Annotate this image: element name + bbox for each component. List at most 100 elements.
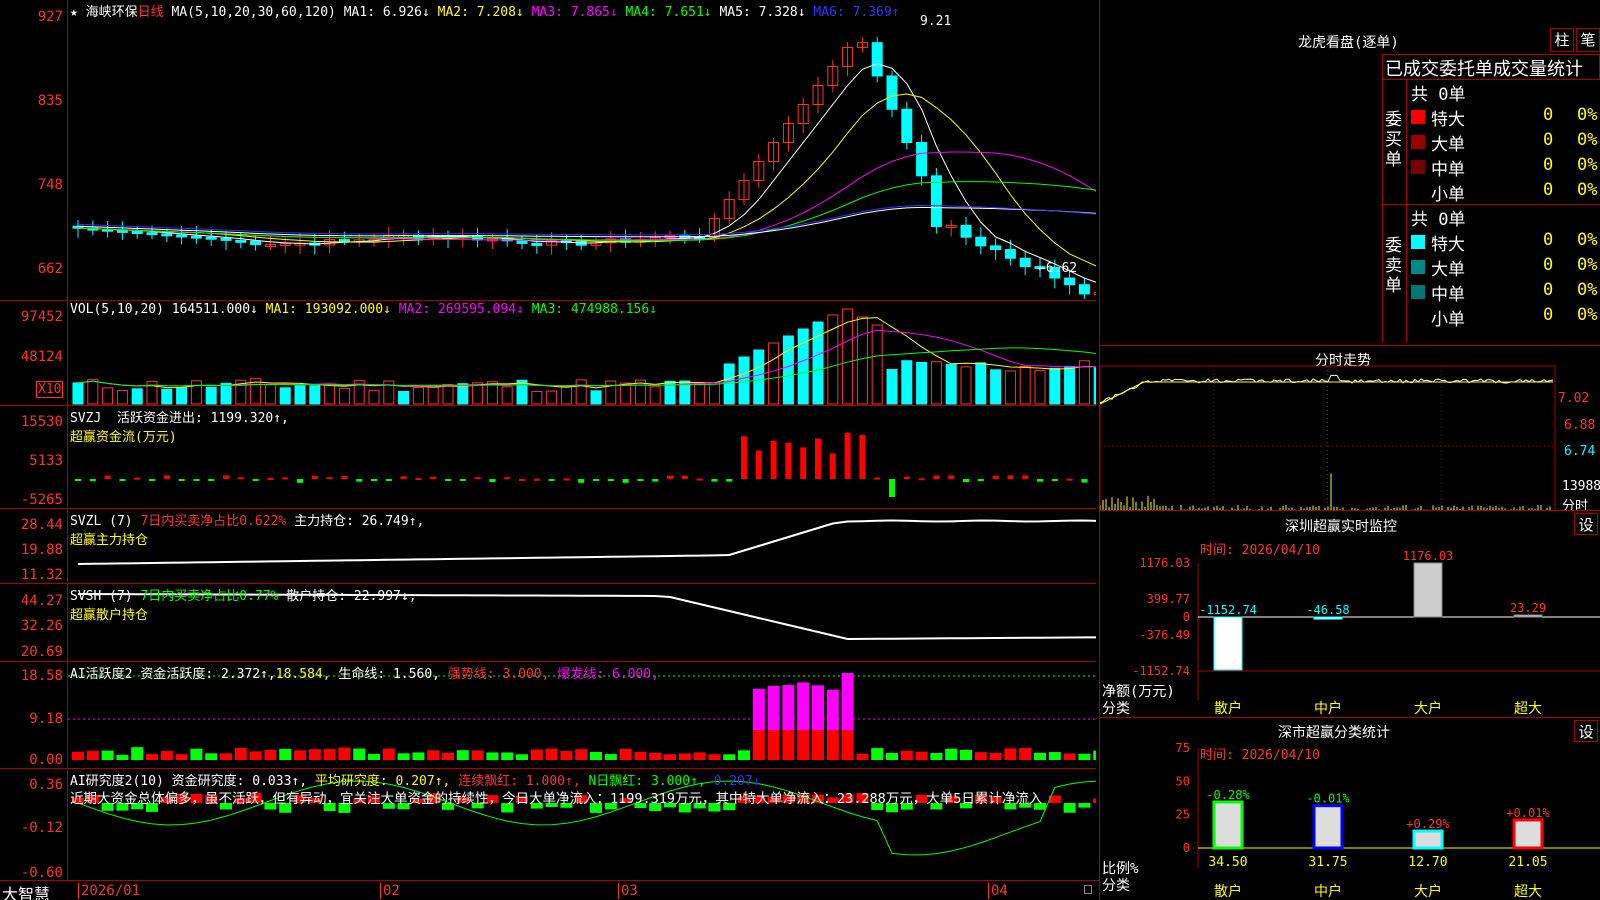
price-tick: 927 bbox=[37, 9, 63, 25]
activity-bar bbox=[590, 751, 602, 760]
intraday-chart[interactable] bbox=[1100, 346, 1600, 511]
flow-bar bbox=[563, 478, 570, 481]
candlestick-chart[interactable] bbox=[68, 0, 1096, 300]
candle bbox=[916, 142, 928, 177]
candle bbox=[871, 42, 883, 77]
vol-bar bbox=[694, 383, 706, 405]
longhu-table: 委买单 委卖单 共 0单 共 0单 特大 0 0% 大单 0 0% 中单 0 0% 小单 0 0% 特大… bbox=[1382, 80, 1600, 342]
vol-bar bbox=[131, 388, 143, 405]
ma2-label: MA2: bbox=[437, 5, 469, 20]
candle bbox=[250, 240, 262, 246]
svzl-panel[interactable]: SVZL (7) 7日内买卖净占比0.622% 主力持仓: 26.749↑, 超… bbox=[68, 508, 1096, 583]
flow-bar bbox=[578, 479, 585, 483]
net-bar bbox=[1313, 616, 1343, 620]
flow-bar bbox=[726, 479, 733, 482]
stats-panel[interactable]: 深市超赢分类统计 设 时间: 2026/04/10 75 50 25 0 -0.28% 3… bbox=[1100, 717, 1600, 900]
stats-tick: 75 bbox=[1176, 741, 1190, 755]
flow-bar bbox=[341, 476, 348, 479]
activity-bar bbox=[782, 685, 795, 730]
category-label: 大户 bbox=[1414, 700, 1442, 717]
ratio-value: 12.70 bbox=[1408, 855, 1447, 870]
price-tick: 748 bbox=[37, 177, 63, 193]
svzl-tick: 11.32 bbox=[20, 567, 63, 583]
activity-bar bbox=[323, 749, 336, 760]
activity-bar bbox=[900, 750, 913, 760]
monitor-panel[interactable]: 深圳超赢实时监控 设 时间: 2026/04/10 1176.03 399.77 0… bbox=[1100, 510, 1600, 717]
sell-p: 0% bbox=[1577, 305, 1598, 325]
ratio-bar bbox=[1512, 818, 1544, 850]
low-price-label: ←6.62 bbox=[1038, 261, 1078, 276]
sell-v: 0 bbox=[1543, 305, 1554, 325]
flow-bar bbox=[903, 476, 910, 479]
star-icon[interactable]: ★ bbox=[70, 5, 78, 20]
candle bbox=[220, 237, 232, 241]
vol-bar bbox=[220, 382, 232, 405]
vol-bar bbox=[324, 383, 336, 405]
vol-bar bbox=[768, 342, 780, 405]
tick-mode-button[interactable]: 笔 bbox=[1576, 28, 1600, 52]
category-label: 中户 bbox=[1314, 700, 1342, 717]
period-label[interactable]: 日线 bbox=[138, 5, 164, 20]
vol-panel[interactable]: VOL(5,10,20) 164511.000↓ MA1: 193092.000… bbox=[68, 300, 1096, 405]
svsh-panel[interactable]: SVSH (7) 7日内买卖净占比0.77% 散户持仓: 22.997↓, 超赢… bbox=[68, 583, 1096, 661]
activity-bar bbox=[294, 750, 306, 760]
flow-bar bbox=[1081, 479, 1088, 483]
buy-v: 0 bbox=[1543, 105, 1554, 125]
activity-bar bbox=[678, 753, 691, 760]
vol-tick: 97452 bbox=[20, 309, 63, 325]
net-value: -46.58 bbox=[1306, 603, 1349, 617]
vol-bar bbox=[990, 369, 1002, 405]
svzl-axis: 28.44 19.88 11.32 bbox=[0, 508, 68, 583]
flow-bar bbox=[815, 438, 821, 479]
flow-bar bbox=[385, 479, 392, 481]
activity-bar bbox=[190, 748, 203, 760]
stock-name: 海峡环保 bbox=[85, 5, 138, 20]
flow-bar bbox=[519, 478, 525, 481]
longhu-subtitle: 已成交委托单成交量统计 bbox=[1382, 54, 1600, 80]
monitor-tick: 1176.03 bbox=[1139, 556, 1190, 570]
vol-bar bbox=[1034, 370, 1046, 405]
net-value: 23.29 bbox=[1510, 601, 1546, 615]
ai3-panel[interactable]: AI研究度2(10) 资金研究度: 0.033↑, 平均研究度: 0.207↑,… bbox=[68, 768, 1096, 880]
activity-bar bbox=[146, 754, 158, 760]
activity-bar bbox=[945, 748, 958, 760]
ma1-label: MA1: bbox=[343, 5, 376, 20]
legend-swatch bbox=[1411, 110, 1425, 124]
date-label: 04 bbox=[988, 883, 1008, 899]
activity-bar bbox=[486, 752, 499, 760]
flow-bar bbox=[667, 475, 673, 479]
ratio-value: 21.05 bbox=[1508, 855, 1547, 870]
flow-bar bbox=[800, 447, 807, 479]
svsh-axis: 44.27 32.26 20.69 bbox=[0, 583, 68, 661]
category-label: 超大 bbox=[1514, 884, 1542, 900]
vol-bar bbox=[338, 387, 350, 405]
vol-bar bbox=[708, 382, 720, 405]
vol-bar bbox=[575, 379, 587, 405]
change-value: -0.01% bbox=[1306, 792, 1350, 806]
candle bbox=[161, 233, 173, 237]
activity-bar bbox=[812, 685, 824, 730]
activity-bar bbox=[974, 752, 987, 760]
flow-bar bbox=[104, 475, 111, 479]
vol-bar bbox=[87, 378, 99, 405]
vol-bar bbox=[264, 384, 276, 405]
price-panel[interactable]: ★ 海峡环保日线 MA(5,10,20,30,60,120) MA1: 6.92… bbox=[68, 0, 1096, 300]
activity-bar bbox=[915, 751, 928, 760]
legend-swatch bbox=[1411, 160, 1425, 174]
fenshi-panel[interactable]: 分时走势 7.02 6.88 6.74 13988 分时 bbox=[1100, 345, 1600, 514]
ma4-value: 7.651↓ bbox=[664, 5, 712, 20]
activity-bar bbox=[1063, 753, 1076, 760]
svsh-title: 超赢散户持仓 bbox=[70, 608, 149, 623]
activity-bar bbox=[131, 747, 144, 760]
activity-bar bbox=[826, 689, 839, 730]
svzj-panel[interactable]: SVZJ 活跃资金进出: 1199.320↑, 超赢资金流(万元) bbox=[68, 405, 1096, 508]
longhu-panel: 龙虎看盘(逐单) 柱 笔 已成交委托单成交量统计 委买单 委卖单 共 0单 共 … bbox=[1100, 0, 1600, 345]
lock-icon[interactable] bbox=[1084, 885, 1092, 894]
buy-side-label: 委买单 bbox=[1385, 110, 1402, 170]
vol-bar bbox=[1049, 367, 1061, 405]
bar-mode-button[interactable]: 柱 bbox=[1550, 28, 1574, 52]
sell-side-label: 委卖单 bbox=[1385, 236, 1402, 296]
ai2-panel[interactable]: AI活跃度2 资金活跃度: 2.372↑,18.584, 生命线: 1.560,… bbox=[68, 661, 1096, 768]
svzl-tick: 19.88 bbox=[20, 542, 63, 558]
activity-bar bbox=[693, 752, 706, 760]
